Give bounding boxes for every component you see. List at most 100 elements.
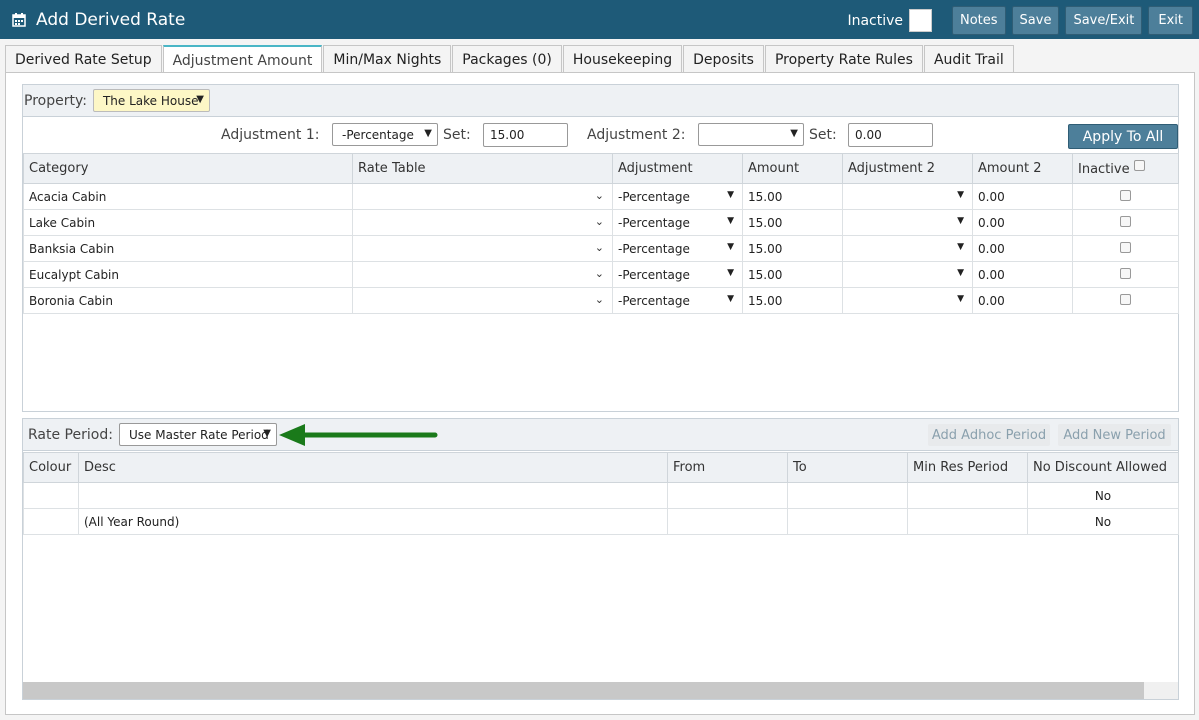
adjustment2-select[interactable]: ▼ xyxy=(698,123,804,146)
col-no-discount-allowed[interactable]: No Discount Allowed xyxy=(1027,452,1179,483)
amount-input[interactable]: 15.00 xyxy=(742,287,843,314)
rate-period-value: Use Master Rate Period xyxy=(129,427,269,442)
caret-down-icon: ▼ xyxy=(790,128,798,139)
property-label: Property: xyxy=(24,92,87,109)
rate-table-select[interactable]: ⌄ xyxy=(352,235,613,262)
tab-audit-trail[interactable]: Audit Trail xyxy=(923,45,1014,73)
tab-property-rate-rules[interactable]: Property Rate Rules xyxy=(764,45,923,73)
col-category[interactable]: Category xyxy=(23,153,353,184)
tab-adjustment-amount[interactable]: Adjustment Amount xyxy=(162,45,323,74)
inactive-checkbox[interactable] xyxy=(1120,293,1131,305)
amount2-input[interactable]: 0.00 xyxy=(972,209,1073,236)
adjustment2-select[interactable]: ▼ xyxy=(842,209,973,236)
horizontal-scrollbar[interactable] xyxy=(23,682,1178,699)
table-row[interactable]: No xyxy=(23,482,1179,509)
amount-input[interactable]: 15.00 xyxy=(742,209,843,236)
col-adjustment[interactable]: Adjustment xyxy=(612,153,743,184)
set1-input[interactable]: 15.00 xyxy=(483,123,568,147)
adjustment-select[interactable]: -Percentage ▼ xyxy=(612,287,743,314)
period-min-res xyxy=(907,508,1028,535)
category-table: Category Rate Table Adjustment Amount Ad… xyxy=(23,153,1179,314)
adjustment2-select[interactable]: ▼ xyxy=(842,261,973,288)
inactive-checkbox[interactable] xyxy=(1120,189,1131,201)
inactive-cell xyxy=(1072,209,1179,236)
caret-down-icon: ▼ xyxy=(957,216,964,226)
tab-deposits[interactable]: Deposits xyxy=(683,45,764,73)
tab-derived-rate-setup[interactable]: Derived Rate Setup xyxy=(5,45,162,73)
col-colour[interactable]: Colour xyxy=(23,452,79,483)
col-from[interactable]: From xyxy=(667,452,788,483)
rate-table-select[interactable]: ⌄ xyxy=(352,287,613,314)
notes-button[interactable]: Notes xyxy=(952,6,1006,35)
adjustment-select[interactable]: -Percentage ▼ xyxy=(612,183,743,210)
tab-housekeeping[interactable]: Housekeeping xyxy=(562,45,683,73)
set2-input[interactable]: 0.00 xyxy=(848,123,933,147)
adjustment2-select[interactable]: ▼ xyxy=(842,235,973,262)
category-name: Eucalypt Cabin xyxy=(23,261,353,288)
inactive-all-checkbox[interactable] xyxy=(1133,160,1145,171)
adjustment-select[interactable]: -Percentage ▼ xyxy=(612,235,743,262)
exit-button[interactable]: Exit xyxy=(1148,6,1193,35)
period-no-discount: No xyxy=(1027,508,1179,535)
adjustment2-label: Adjustment 2: xyxy=(587,127,686,143)
page-title: Add Derived Rate xyxy=(36,9,186,30)
set2-label: Set: xyxy=(809,127,837,143)
table-header-row: Colour Desc From To Min Res Period No Di… xyxy=(23,452,1179,483)
rate-table-select[interactable]: ⌄ xyxy=(352,209,613,236)
col-adjustment2[interactable]: Adjustment 2 xyxy=(842,153,973,184)
inactive-label: Inactive xyxy=(847,12,903,29)
inactive-cell xyxy=(1072,235,1179,262)
inactive-checkbox[interactable] xyxy=(1120,267,1131,279)
tab-packages[interactable]: Packages (0) xyxy=(452,45,562,73)
adjustment-select[interactable]: -Percentage ▼ xyxy=(612,261,743,288)
rate-period-select[interactable]: Use Master Rate Period ▼ xyxy=(119,423,277,446)
adjustment2-select[interactable]: ▼ xyxy=(842,287,973,314)
caret-down-icon: ▼ xyxy=(727,190,734,200)
set1-label: Set: xyxy=(443,127,471,143)
tab-content: Property: The Lake House ▼ Adjustment 1:… xyxy=(5,72,1195,715)
save-exit-button[interactable]: Save/Exit xyxy=(1065,6,1143,35)
table-row: Lake Cabin ⌄ -Percentage ▼ 15.00 ▼ 0.00 xyxy=(23,209,1179,236)
adjustment-value: -Percentage xyxy=(618,189,690,204)
chevron-down-icon: ⌄ xyxy=(594,241,604,254)
adjustment2-select[interactable]: ▼ xyxy=(842,183,973,210)
amount2-input[interactable]: 0.00 xyxy=(972,183,1073,210)
inactive-checkbox[interactable] xyxy=(1120,215,1131,227)
save-button[interactable]: Save xyxy=(1011,6,1060,35)
inactive-checkbox[interactable] xyxy=(909,9,932,32)
amount2-input[interactable]: 0.00 xyxy=(972,287,1073,314)
amount2-input[interactable]: 0.00 xyxy=(972,235,1073,262)
caret-down-icon: ▼ xyxy=(957,190,964,200)
period-from xyxy=(667,482,788,509)
col-min-res-period[interactable]: Min Res Period xyxy=(907,452,1028,483)
scrollbar-thumb[interactable] xyxy=(23,682,1144,699)
rate-table-select[interactable]: ⌄ xyxy=(352,183,613,210)
col-desc[interactable]: Desc xyxy=(78,452,668,483)
amount-input[interactable]: 15.00 xyxy=(742,183,843,210)
adjustment1-select[interactable]: -Percentage ▼ xyxy=(332,123,438,146)
rate-period-bar: Rate Period: Use Master Rate Period ▼ Ad… xyxy=(23,419,1178,451)
col-amount2[interactable]: Amount 2 xyxy=(972,153,1073,184)
col-amount[interactable]: Amount xyxy=(742,153,843,184)
amount-input[interactable]: 15.00 xyxy=(742,261,843,288)
property-bar: Property: The Lake House ▼ xyxy=(23,85,1178,117)
property-select[interactable]: The Lake House ▼ xyxy=(92,89,210,112)
table-row[interactable]: (All Year Round) No xyxy=(23,508,1179,535)
add-adhoc-period-button[interactable]: Add Adhoc Period xyxy=(928,424,1050,446)
adjustment-select[interactable]: -Percentage ▼ xyxy=(612,209,743,236)
rate-table-select[interactable]: ⌄ xyxy=(352,261,613,288)
tab-min-max-nights[interactable]: Min/Max Nights xyxy=(323,45,452,73)
apply-to-all-button[interactable]: Apply To All xyxy=(1068,124,1178,149)
category-name: Lake Cabin xyxy=(23,209,353,236)
add-new-period-button[interactable]: Add New Period xyxy=(1058,424,1171,446)
adjustment-value: -Percentage xyxy=(618,215,690,230)
col-rate-table[interactable]: Rate Table xyxy=(352,153,613,184)
inactive-checkbox[interactable] xyxy=(1120,241,1131,253)
col-to[interactable]: To xyxy=(787,452,908,483)
period-desc xyxy=(78,482,668,509)
amount2-input[interactable]: 0.00 xyxy=(972,261,1073,288)
period-to xyxy=(787,482,908,509)
green-arrow-annotation xyxy=(279,424,438,446)
amount-input[interactable]: 15.00 xyxy=(742,235,843,262)
caret-down-icon: ▼ xyxy=(263,428,271,439)
